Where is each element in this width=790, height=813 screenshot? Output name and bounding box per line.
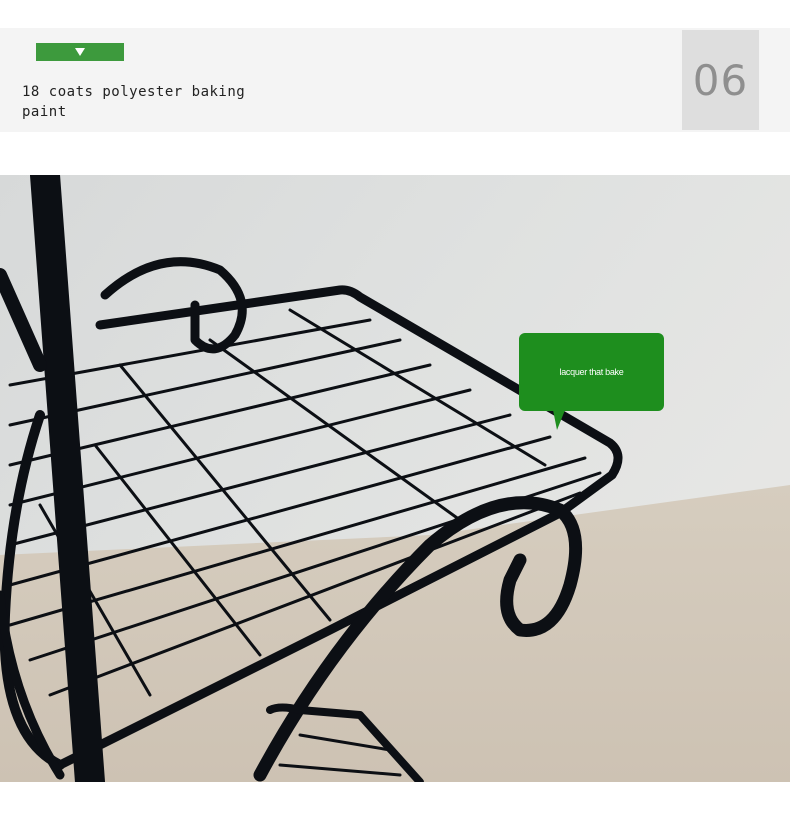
product-photo [0,175,790,782]
section-tag [36,43,124,61]
triangle-down-icon [75,48,85,56]
callout-bubble: lacquer that bake [519,333,664,430]
callout-text: lacquer that bake [559,367,624,377]
section-number: 06 [692,55,749,105]
feature-caption: 18 coats polyester baking paint [22,84,246,120]
callout-tail [553,410,565,430]
section-number-box: 06 [682,30,759,130]
